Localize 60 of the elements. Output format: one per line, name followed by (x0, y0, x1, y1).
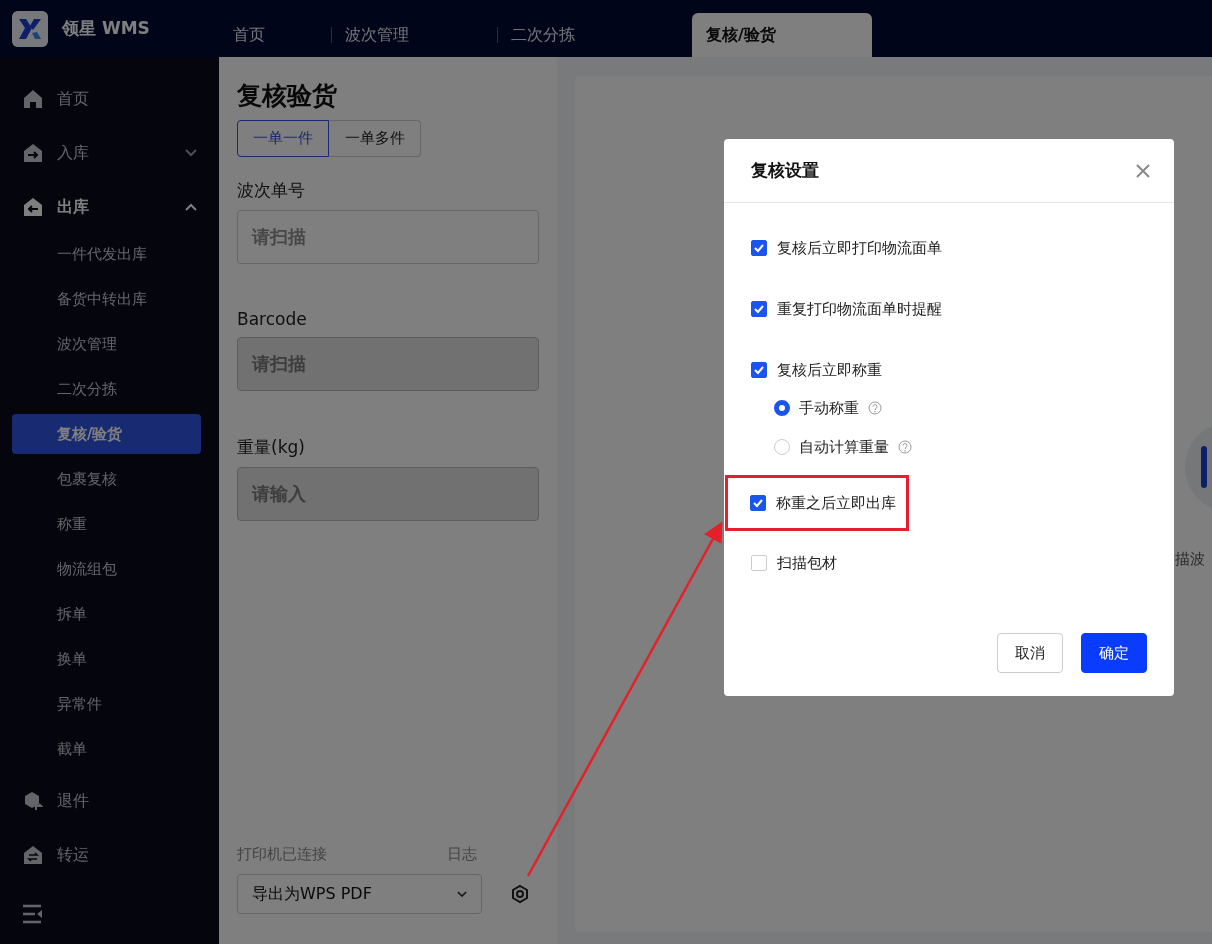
checkbox[interactable] (751, 362, 767, 378)
printer-status: 打印机已连接 (237, 845, 327, 864)
nav-tab[interactable]: 波次管理 (331, 13, 497, 57)
sidebar-subitem[interactable]: 一件代发出库 (12, 234, 201, 274)
sidebar-subitem[interactable]: 换单 (12, 639, 201, 679)
sidebar-subitem[interactable]: 截单 (12, 729, 201, 769)
outbound-house-icon (22, 196, 44, 218)
log-link[interactable]: 日志 (447, 845, 477, 864)
printer-select[interactable]: 导出为WPS PDF (237, 874, 482, 914)
field-label: 波次单号 (237, 179, 306, 202)
return-box-icon (22, 790, 44, 812)
chevron-down-icon (185, 149, 197, 157)
option-label: 复核后立即称重 (777, 360, 882, 380)
option-label: 手动称重 (799, 398, 859, 418)
checkbox[interactable] (750, 495, 766, 511)
sidebar-subitem[interactable]: 复核/验货 (12, 414, 201, 454)
transfer-house-icon (22, 844, 44, 866)
scan-prompt: 描波 (1175, 550, 1205, 569)
mode-toggle[interactable]: 一单一件 (237, 120, 329, 157)
field-label: Barcode (237, 309, 308, 329)
cancel-button[interactable]: 取消 (997, 633, 1063, 673)
checkbox[interactable] (751, 240, 767, 256)
sidebar-subitem[interactable]: 包裹复核 (12, 459, 201, 499)
inbound-house-icon (22, 142, 44, 164)
home-icon (22, 88, 44, 110)
option-label: 称重之后立即出库 (776, 493, 896, 513)
mode-toggle[interactable]: 一单多件 (329, 120, 421, 157)
nav-tab[interactable]: 二次分拣 (497, 13, 692, 57)
sidebar-item[interactable]: 退件 (0, 774, 219, 828)
input-field[interactable]: 请扫描 (237, 210, 539, 264)
sidebar-subitem[interactable]: 二次分拣 (12, 369, 201, 409)
sidebar-item[interactable]: 入库 (0, 126, 219, 180)
sidebar-subitem[interactable]: 物流组包 (12, 549, 201, 589)
confirm-button[interactable]: 确定 (1081, 633, 1147, 673)
collapse-menu-icon[interactable] (22, 904, 44, 924)
nav-tab[interactable]: 首页 (219, 13, 331, 57)
settings-icon[interactable] (510, 884, 530, 904)
option-label: 复核后立即打印物流面单 (777, 238, 942, 258)
sidebar-subitem[interactable]: 异常件 (12, 684, 201, 724)
sidebar-subitem[interactable]: 拆单 (12, 594, 201, 634)
dialog-title: 复核设置 (751, 159, 819, 182)
option-label: 自动计算重量 (799, 437, 889, 457)
close-icon[interactable] (1136, 163, 1150, 178)
app-name: 领星 WMS (62, 17, 150, 40)
sidebar-item[interactable]: 转运 (0, 828, 219, 882)
logo-icon (12, 10, 48, 47)
sidebar-item[interactable]: 出库 (0, 180, 219, 234)
sidebar-subitem[interactable]: 波次管理 (12, 324, 201, 364)
checkbox[interactable] (751, 301, 767, 317)
radio-button[interactable] (774, 400, 790, 416)
option-label: 重复打印物流面单时提醒 (777, 299, 942, 319)
field-label: 重量(kg) (237, 436, 306, 459)
sidebar-subitem[interactable]: 称重 (12, 504, 201, 544)
sidebar-item[interactable]: 首页 (0, 72, 219, 126)
option-label: 扫描包材 (777, 553, 837, 573)
nav-tab[interactable]: 复核/验货 (692, 13, 872, 57)
sidebar-subitem[interactable]: 备货中转出库 (12, 279, 201, 319)
page-title: 复核验货 (237, 80, 338, 112)
chevron-down-icon (457, 890, 467, 898)
chevron-up-icon (185, 203, 197, 211)
